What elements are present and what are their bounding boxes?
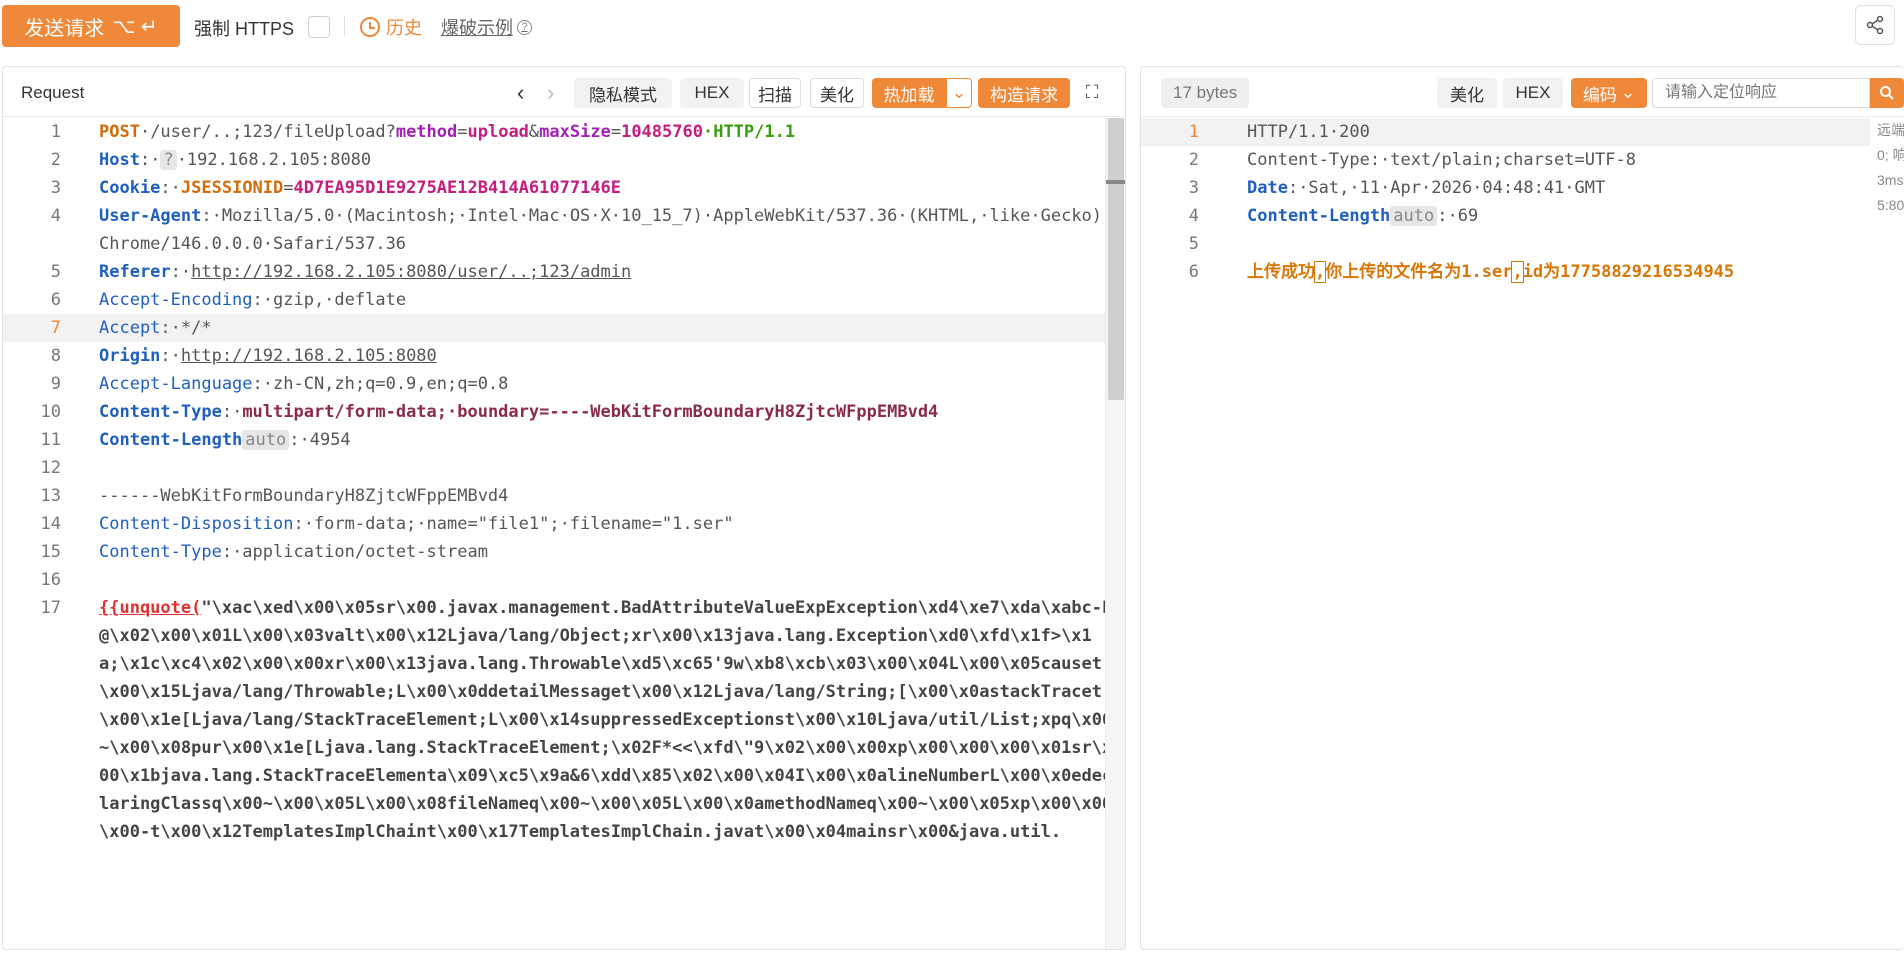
code-line: 3 Cookie:·JSESSIONID=4D7EA95D1E9275AE12B… (50, 178, 622, 198)
code-line: 4 User-Agent:·Mozilla/5.0·(Macintosh;·In… (50, 206, 1113, 254)
code-line-active: 7 Accept:·*/* (3, 314, 1125, 342)
encode-label: 编码 (1582, 85, 1617, 105)
request-header: Request ‹ › 隐私模式 HEX 扫描 美化 热加载 ⌄ 构造请求 ⛶ (3, 67, 1125, 117)
code-line: 6 上传成功,你上传的文件名为1.ser,id为1775882921653494… (1141, 258, 1870, 286)
share-button[interactable] (1855, 5, 1895, 45)
code-line: 12 (40, 458, 61, 478)
expand-icon[interactable]: ⛶ (1083, 83, 1101, 101)
scrollbar-thumb[interactable] (1108, 118, 1124, 400)
response-header: 17 bytes 美化 HEX 编码 ⌄ (1141, 67, 1904, 117)
code-line: 16 (40, 570, 61, 590)
response-search-input[interactable] (1652, 78, 1870, 108)
request-beautify-button[interactable]: 美化 (810, 78, 864, 108)
send-request-label: 发送请求 (24, 17, 105, 40)
response-body-text: 上传成功,你上传的文件名为1.ser,id为17758829216534945 (1247, 261, 1735, 283)
code-line: 10 Content-Type:·multipart/form-data;·bo… (40, 402, 939, 422)
response-search-button[interactable] (1870, 78, 1904, 108)
chevron-down-icon: ⌄ (951, 83, 967, 102)
share-icon (1866, 15, 1884, 35)
response-beautify-button[interactable]: 美化 (1437, 78, 1497, 108)
clock-icon (360, 17, 380, 37)
request-panel: Request ‹ › 隐私模式 HEX 扫描 美化 热加载 ⌄ 构造请求 ⛶ … (2, 66, 1126, 950)
code-line: 3 Date:·Sat,·11·Apr·2026·04:48:41·GMT (1188, 178, 1606, 198)
blast-example-label: 爆破示例 (441, 18, 513, 38)
chevron-down-icon: ⌄ (1620, 83, 1636, 102)
history-button[interactable]: 历史 (360, 14, 422, 40)
code-line: 4 Content-Length auto:·69 (1188, 206, 1479, 226)
request-hex-button[interactable]: HEX (680, 78, 744, 108)
chevron-right-icon[interactable]: › (547, 80, 554, 106)
scrollbar-marker (1106, 180, 1125, 184)
request-editor[interactable]: 1 POST·/user/..;123/fileUpload?method=up… (3, 118, 1125, 949)
encode-dropdown[interactable]: 编码 ⌄ (1571, 78, 1647, 108)
response-panel: 17 bytes 美化 HEX 编码 ⌄ 1 HTTP/1.1·200 2 Co… (1140, 66, 1904, 950)
response-meta-sidebar: 远端 0; 响 3ms 5:80 (1877, 122, 1904, 213)
referer-link[interactable]: http://192.168.2.105:8080/user/..;123/ad… (191, 262, 631, 282)
force-https-label: 强制 HTTPS (194, 19, 295, 39)
code-line: 9 Accept-Language:·zh-CN,zh;q=0.9,en;q=0… (50, 374, 509, 394)
request-scrollbar[interactable] (1105, 118, 1125, 949)
code-line: 17 {{unquote("\xac\xed\x00\x05sr\x00.jav… (40, 598, 1113, 842)
hot-load-dropdown[interactable]: ⌄ (946, 78, 972, 108)
toolbar-divider (344, 16, 345, 36)
unquote-function[interactable]: {{unquote( (99, 598, 201, 618)
code-line: 8 Origin:·http://192.168.2.105:8080 (50, 346, 437, 366)
top-toolbar: 发送请求 ⌥ ↵ 强制 HTTPS 历史 爆破示例 ? (0, 0, 1904, 52)
code-line: 5 Referer:·http://192.168.2.105:8080/use… (50, 262, 632, 282)
chevron-left-icon[interactable]: ‹ (517, 80, 524, 106)
response-editor[interactable]: 1 HTTP/1.1·200 2 Content-Type:·text/plai… (1141, 118, 1870, 949)
code-line: 15 Content-Type:·application/octet-strea… (40, 542, 488, 562)
force-https-checkbox[interactable] (308, 16, 330, 38)
code-line: 2 Host:·? ·192.168.2.105:8080 (50, 150, 372, 170)
build-request-button[interactable]: 构造请求 (978, 78, 1070, 108)
help-icon[interactable]: ? (517, 19, 532, 35)
scan-button[interactable]: 扫描 (749, 78, 801, 108)
send-request-button[interactable]: 发送请求 ⌥ ↵ (2, 5, 180, 47)
code-line: 6 Accept-Encoding:·gzip,·deflate (50, 290, 407, 310)
code-line: 5 (1188, 234, 1199, 254)
blast-example-link[interactable]: 爆破示例 ? (441, 14, 532, 40)
hot-load-button[interactable]: 热加载 (872, 78, 946, 108)
response-size-badge: 17 bytes (1161, 78, 1250, 108)
code-line: 11 Content-Length auto:·4954 (40, 430, 351, 450)
request-title: Request (21, 83, 85, 102)
code-line-active: 1 HTTP/1.1·200 (1141, 118, 1870, 146)
code-line: 14 Content-Disposition:·form-data;·name=… (40, 514, 734, 534)
code-line: 13 ------WebKitFormBoundaryH8ZjtcWFppEMB… (40, 486, 509, 506)
send-shortcut-label: ⌥ ↵ (112, 15, 158, 38)
response-hex-button[interactable]: HEX (1503, 78, 1563, 108)
search-icon (1880, 86, 1894, 100)
code-line: 2 Content-Type:·text/plain;charset=UTF-8 (1188, 150, 1636, 170)
origin-link[interactable]: http://192.168.2.105:8080 (181, 346, 437, 366)
code-line: 1 POST·/user/..;123/fileUpload?method=up… (50, 122, 796, 142)
privacy-mode-button[interactable]: 隐私模式 (574, 78, 672, 108)
history-label: 历史 (386, 18, 422, 38)
